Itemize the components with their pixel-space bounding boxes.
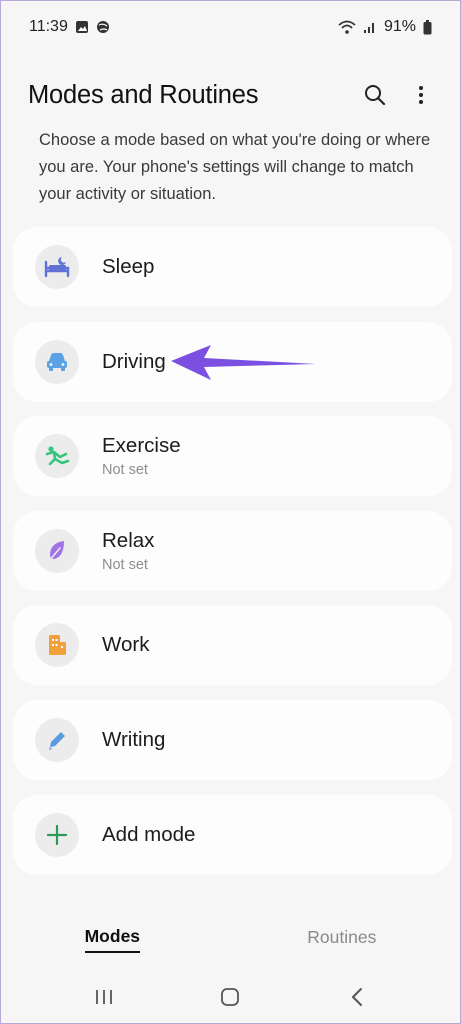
mode-label: Relax <box>102 528 155 552</box>
bottom-tabs: Modes Routines <box>1 919 460 959</box>
mode-item-exercise[interactable]: Exercise Not set <box>13 416 452 497</box>
system-nav-bar <box>1 973 460 1021</box>
home-icon[interactable] <box>210 977 250 1017</box>
mode-item-sleep[interactable]: Sleep <box>13 227 452 307</box>
status-bar: 11:39 91% <box>1 1 460 53</box>
battery-percent: 91% <box>383 18 416 35</box>
mode-item-relax[interactable]: Relax Not set <box>13 510 452 591</box>
building-icon <box>35 623 79 668</box>
pencil-icon <box>35 717 79 762</box>
page-title: Modes and Routines <box>28 80 259 109</box>
mode-item-work[interactable]: Work <box>13 605 452 686</box>
mode-item-driving[interactable]: Driving <box>13 321 452 402</box>
mode-label: Sleep <box>102 255 155 278</box>
wifi-icon <box>338 20 356 34</box>
status-time: 11:39 <box>29 18 68 35</box>
mode-label: Work <box>102 633 150 657</box>
mode-label: Add mode <box>102 822 196 846</box>
mode-status: Not set <box>102 462 148 479</box>
leaf-icon <box>35 528 79 573</box>
more-vert-icon[interactable] <box>408 82 434 108</box>
mode-list: Sleep Driving Exercise Not set Relax Not… <box>13 227 452 889</box>
gallery-icon <box>75 20 89 34</box>
add-mode-button[interactable]: Add mode <box>13 794 452 875</box>
recents-icon[interactable] <box>84 977 124 1017</box>
search-icon[interactable] <box>362 82 388 108</box>
header: Modes and Routines <box>1 73 460 117</box>
tab-routines[interactable]: Routines <box>307 927 376 952</box>
mode-item-writing[interactable]: Writing <box>13 699 452 780</box>
back-icon[interactable] <box>337 977 377 1017</box>
page-description: Choose a mode based on what you're doing… <box>39 131 431 203</box>
tab-modes[interactable]: Modes <box>84 926 141 953</box>
bed-icon <box>35 245 79 289</box>
battery-icon <box>423 19 432 35</box>
mode-label: Exercise <box>102 434 181 458</box>
mode-label: Writing <box>102 727 166 751</box>
car-icon <box>35 339 79 384</box>
mode-status: Not set <box>102 556 148 573</box>
plus-icon <box>35 812 79 857</box>
running-icon <box>35 434 79 479</box>
mode-label: Driving <box>102 349 166 373</box>
signal-icon <box>363 20 377 34</box>
globe-icon <box>96 20 110 34</box>
